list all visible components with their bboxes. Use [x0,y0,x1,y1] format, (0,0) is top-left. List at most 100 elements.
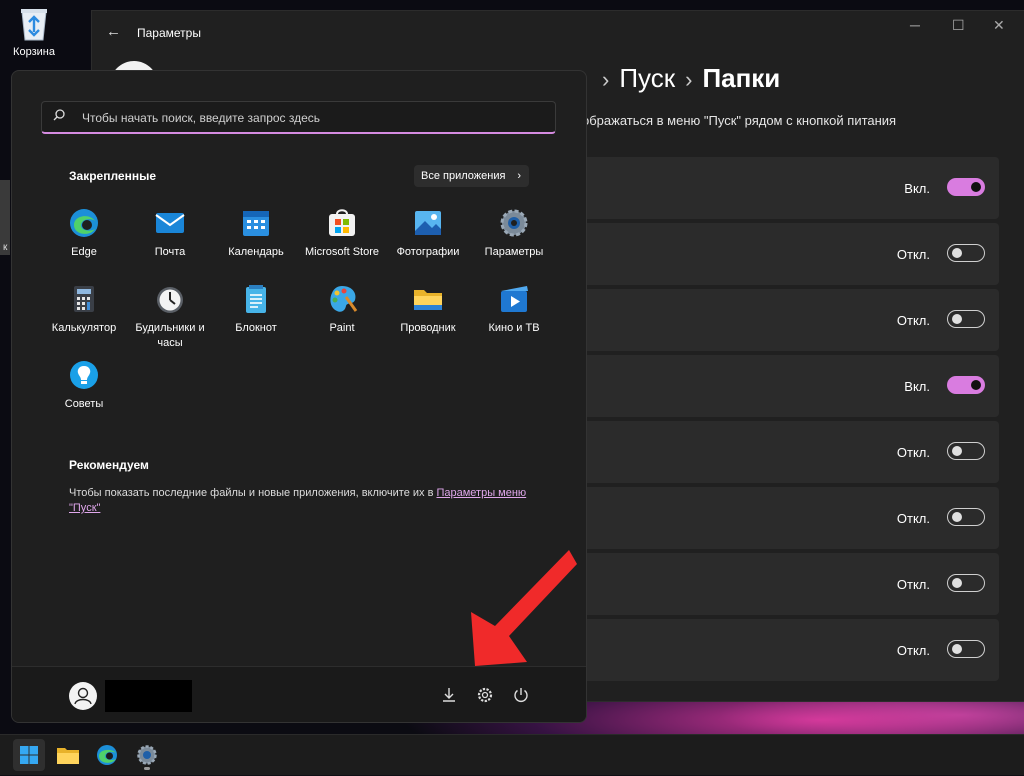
pinned-app-movies[interactable]: Кино и ТВ [471,283,557,336]
taskbar-settings[interactable] [131,739,163,771]
folder-toggle[interactable] [947,244,985,262]
toggle-state-label: Откл. [896,643,930,658]
folder-toggle[interactable] [947,442,985,460]
toggle-state-label: Откл. [896,511,930,526]
recycle-bin-icon [17,4,51,42]
pinned-section-title: Закрепленные [69,169,157,183]
taskbar-start-button[interactable] [13,739,45,771]
folder-row: Откл. [577,223,999,285]
movies-icon [498,283,530,315]
calendar-icon [240,207,272,239]
toggle-state-label: Откл. [896,313,930,328]
folder-toggle[interactable] [947,508,985,526]
start-search-box[interactable] [41,101,556,134]
all-apps-label: Все приложения [421,170,506,182]
toggle-state-label: Откл. [896,577,930,592]
pinned-app-calendar[interactable]: Календарь [213,207,299,260]
notepad-icon [240,283,272,315]
app-label: Советы [64,398,104,410]
taskbar-file-explorer[interactable] [52,739,84,771]
app-label: Кино и ТВ [488,322,540,334]
toggle-state-label: Вкл. [904,181,930,196]
toggle-state-label: Откл. [896,247,930,262]
folder-toggle[interactable] [947,178,985,196]
app-label: Почта [154,246,186,258]
recommended-section-title: Рекомендуем [69,458,149,472]
window-title: Параметры [137,26,201,40]
pinned-app-store[interactable]: Microsoft Store [299,207,385,260]
breadcrumb-separator: › [602,67,610,92]
app-label: Paint [329,322,355,334]
breadcrumb-separator: › [685,67,693,92]
download-icon[interactable] [440,686,458,704]
pinned-app-settings[interactable]: Параметры [471,207,557,260]
settings-titlebar: ← Параметры ─ ☐ ✕ [92,11,1024,55]
folder-toggle[interactable] [947,310,985,328]
paint-icon [326,283,358,315]
settings-gear-icon[interactable] [476,686,494,704]
photos-icon [412,207,444,239]
app-label: Параметры [484,246,544,258]
toggle-state-label: Откл. [896,445,930,460]
user-avatar[interactable] [69,682,97,710]
pinned-app-paint[interactable]: Paint [299,283,385,336]
folder-toggle[interactable] [947,376,985,394]
pinned-app-calculator[interactable]: Калькулятор [41,283,127,336]
folder-row: Вкл. [577,157,999,219]
search-icon [53,109,65,121]
pinned-app-notepad[interactable]: Блокнот [213,283,299,336]
taskbar-edge[interactable] [91,739,123,771]
minimize-button[interactable]: ─ [910,17,920,33]
user-name-redacted[interactable] [105,680,192,712]
mail-icon [154,207,186,239]
folder-icon [412,283,444,315]
start-icon [20,746,38,764]
pinned-app-alarms[interactable]: Будильники и часы [127,283,213,351]
search-input[interactable] [80,108,544,128]
chevron-right-icon: › [517,170,521,182]
edge-icon [68,207,100,239]
calculator-icon [68,283,100,315]
alarm-clock-icon [154,283,186,315]
pinned-app-explorer[interactable]: Проводник [385,283,471,336]
app-label: Будильники и часы [135,322,205,349]
folder-toggle[interactable] [947,640,985,658]
red-arrow-annotation [471,550,577,666]
tips-icon [68,359,100,391]
close-button[interactable]: ✕ [993,17,1005,34]
toggle-state-label: Вкл. [904,379,930,394]
settings-icon [498,207,530,239]
app-label: Microsoft Store [305,246,379,258]
pinned-app-mail[interactable]: Почта [127,207,213,260]
folder-row: Вкл. [577,355,999,417]
pinned-app-photos[interactable]: Фотографии [385,207,471,260]
folder-row: Откл. [577,421,999,483]
recommended-message: Чтобы показать последние файлы и новые п… [69,486,539,516]
app-label: Фотографии [396,246,460,258]
running-indicator [144,767,150,770]
folder-row: Откл. [577,289,999,351]
breadcrumb-current: Папки [702,63,781,93]
edge-icon [97,745,117,765]
user-icon [74,687,92,705]
folder-row: Откл. [577,553,999,615]
desktop-recycle-bin[interactable]: Корзина [8,4,60,58]
folder-toggle-list: Вкл. Откл. Откл. Вкл. Откл. Откл. Откл. [577,157,999,685]
back-arrow-icon[interactable]: ← [106,23,121,40]
app-label: Edge [71,246,97,258]
pinned-app-edge[interactable]: Edge [41,207,127,260]
all-apps-button[interactable]: Все приложения › [414,165,529,187]
recommended-text: Чтобы показать последние файлы и новые п… [69,487,437,499]
pinned-app-tips[interactable]: Советы [41,359,127,412]
app-label: Календарь [228,246,284,258]
app-label: Блокнот [235,322,277,334]
folder-row: Откл. [577,619,999,681]
breadcrumb-parent[interactable]: Пуск [619,63,675,93]
taskbar [0,734,1024,775]
partial-desktop-icon: к [0,180,10,255]
app-label: Проводник [400,322,456,334]
folder-toggle[interactable] [947,574,985,592]
maximize-button[interactable]: ☐ [952,17,965,34]
power-icon[interactable] [512,686,530,704]
breadcrumb: › Пуск › Папки [592,63,780,94]
